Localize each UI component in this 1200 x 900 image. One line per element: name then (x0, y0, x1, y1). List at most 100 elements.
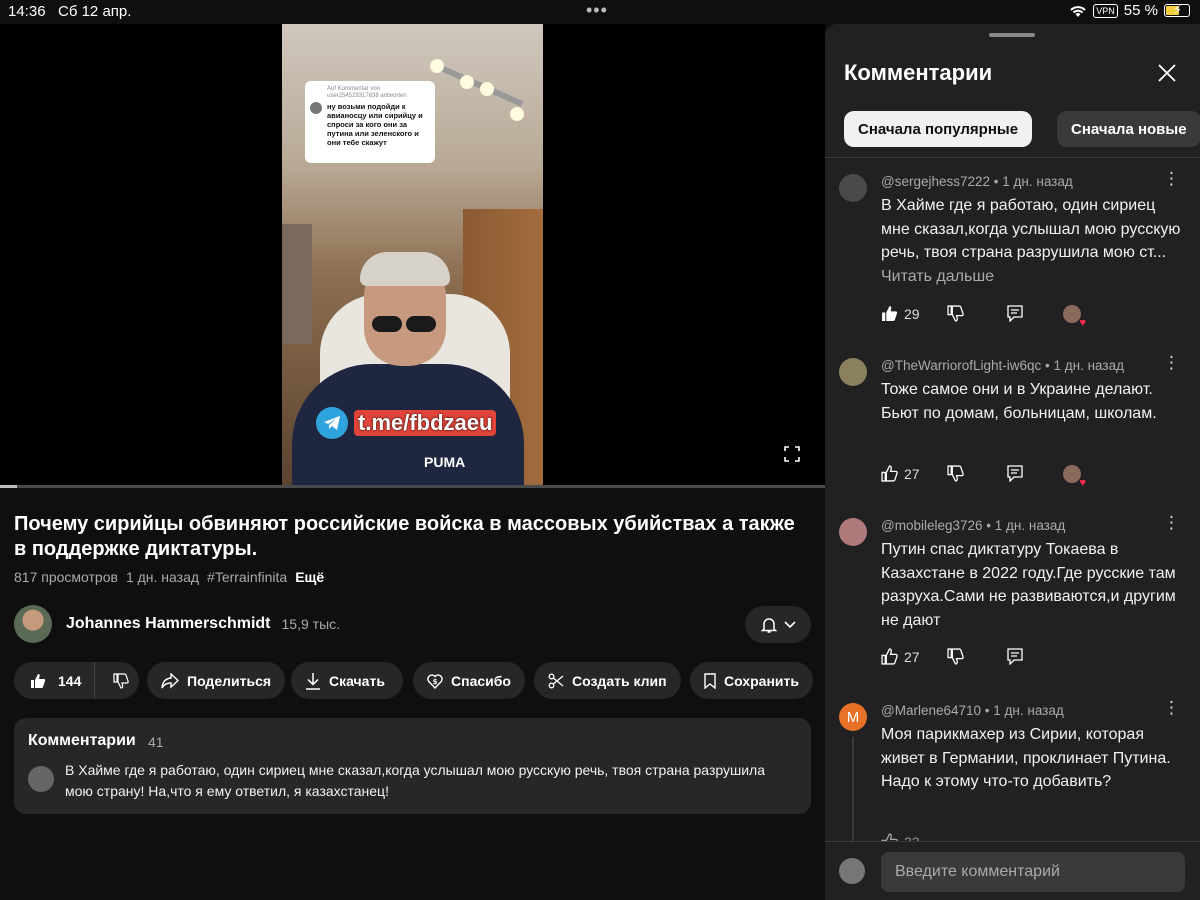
vpn-badge: VPN (1093, 3, 1118, 18)
channel-avatar[interactable] (14, 605, 52, 643)
divider (825, 157, 1200, 158)
more-options-icon[interactable]: ⋮ (1163, 354, 1180, 371)
sort-chip-newest[interactable]: Сначала новые (1057, 111, 1200, 147)
comment-reply-button[interactable] (1007, 465, 1023, 482)
person-hair (360, 252, 450, 286)
channel-name[interactable]: Johannes Hammerschmidt (66, 615, 271, 633)
comment-input[interactable] (881, 852, 1185, 892)
comment-age: 1 дн. назад (994, 518, 1066, 533)
comment-like-count: 27 (904, 648, 920, 665)
comment-dislike-button[interactable] (947, 305, 964, 322)
reply-icon (1007, 648, 1023, 665)
hoodie-logo: PUMA (424, 454, 466, 470)
comment-reply-button[interactable] (1007, 648, 1023, 665)
status-bar: 14:36 Сб 12 апр. ••• VPN 55 % ⚡ (0, 0, 1200, 24)
comment-dislike-button[interactable] (947, 465, 964, 482)
hashtag-link[interactable]: #Terrainfinita (207, 569, 287, 585)
notification-bell-button[interactable] (745, 606, 811, 643)
view-count: 817 просмотров (14, 569, 118, 585)
comment-author[interactable]: @mobileleg3726 (881, 518, 983, 533)
fullscreen-icon[interactable] (784, 446, 800, 462)
video-frame: PUMA Auf Kommentar von user254529317838 a… (282, 24, 543, 486)
scissors-icon (548, 673, 564, 688)
upload-age: 1 дн. назад (125, 569, 200, 585)
share-icon (161, 672, 179, 689)
multitasking-dots-icon[interactable]: ••• (586, 0, 608, 21)
ceiling-lamp-icon (430, 59, 524, 121)
comment-body: В Хайме где я работаю, один сириец мне с… (881, 197, 1181, 262)
creator-heart (1063, 305, 1086, 329)
create-clip-button[interactable]: Создать клип (534, 662, 681, 699)
comment-reply-button[interactable] (1007, 305, 1023, 322)
thumbs-up-icon (31, 673, 46, 688)
more-options-icon[interactable]: ⋮ (1163, 514, 1180, 531)
comment-header: @TheWarriorofLight-iw6qc • 1 дн. назад (881, 358, 1124, 373)
comments-panel: Комментарии Сначала популярные Сначала н… (825, 24, 1200, 900)
comment-like-button[interactable]: 29 (881, 305, 920, 322)
download-label: Скачать (329, 672, 385, 689)
thumbs-down-icon (947, 465, 964, 482)
comment-age: 1 дн. назад (993, 703, 1064, 718)
super-thanks-heart-icon: $ (427, 673, 443, 689)
battery-percent: 55 % (1123, 2, 1158, 19)
comment-dislike-button[interactable] (947, 648, 964, 665)
comment-author[interactable]: @Marlene64710 (881, 703, 981, 718)
sticker-header: Auf Kommentar von (327, 86, 381, 92)
battery-icon: ⚡ (1164, 2, 1190, 17)
comment-author[interactable]: @sergejhess7222 (881, 174, 990, 189)
description-more-button[interactable]: Ещё (295, 569, 324, 585)
comment-header: @Marlene64710 • 1 дн. назад (881, 703, 1064, 718)
telegram-link-text: t.me/fbdzaeu (354, 410, 497, 436)
sticker-header-user: user254529317838 antworten (327, 93, 407, 99)
comment-input-bar (825, 841, 1200, 900)
more-options-icon[interactable]: ⋮ (1163, 170, 1180, 187)
close-icon[interactable] (1155, 61, 1179, 85)
comment-like-button[interactable]: 27 (881, 465, 920, 482)
reply-comment-sticker: Auf Kommentar von user254529317838 antwor… (305, 81, 435, 163)
wall-pictures (282, 224, 312, 344)
dislike-button[interactable] (103, 672, 139, 689)
comment-author[interactable]: @TheWarriorofLight-iw6qc (881, 358, 1041, 373)
sort-chip-popular[interactable]: Сначала популярные (844, 111, 1033, 147)
creator-heart-icon (1063, 465, 1086, 489)
comment-header: @sergejhess7222 • 1 дн. назад (881, 174, 1073, 189)
sunglasses (372, 316, 442, 334)
svg-text:$: $ (433, 678, 438, 686)
video-progress-bar[interactable] (0, 485, 825, 488)
telegram-overlay: t.me/fbdzaeu (316, 407, 497, 439)
comment-preview-avatar (28, 766, 54, 792)
comment-avatar[interactable]: M (839, 703, 867, 731)
read-more-link[interactable]: Читать дальше (881, 268, 994, 285)
thumbs-down-icon (113, 672, 130, 689)
comment-avatar[interactable] (839, 174, 867, 202)
share-label: Поделиться (187, 672, 272, 689)
comment-avatar[interactable] (839, 518, 867, 546)
download-button[interactable]: Скачать (291, 662, 403, 699)
comments-preview-count: 41 (148, 734, 164, 750)
comment-text: В Хайме где я работаю, один сириец мне с… (881, 194, 1181, 289)
like-count: 144 (58, 672, 82, 689)
comments-preview-title: Комментарии (28, 732, 136, 749)
bell-icon (760, 617, 778, 633)
user-avatar (839, 858, 865, 884)
like-button[interactable]: 144 (14, 662, 96, 699)
comment-avatar[interactable] (839, 358, 867, 386)
more-options-icon[interactable]: ⋮ (1163, 699, 1180, 716)
comment-like-button[interactable]: 27 (881, 648, 920, 665)
status-time: 14:36 (8, 3, 46, 20)
comments-preview-card[interactable]: Комментарии 41 В Хайме где я работаю, од… (14, 718, 811, 814)
comments-panel-title: Комментарии (844, 60, 993, 85)
video-meta[interactable]: 817 просмотров 1 дн. назад #Terrainfinit… (14, 569, 324, 585)
reply-icon (1007, 465, 1023, 482)
thumbs-up-icon (881, 648, 898, 665)
telegram-icon (316, 407, 348, 439)
thanks-button[interactable]: $ Спасибо (413, 662, 525, 699)
save-button[interactable]: Сохранить (690, 662, 813, 699)
thumbs-down-icon (947, 305, 964, 322)
drag-handle[interactable] (989, 33, 1035, 37)
channel-row[interactable]: Johannes Hammerschmidt 15,9 тыс. (14, 604, 340, 644)
sticker-text: ну возьми подойди к авианосцу или сирийц… (327, 102, 423, 147)
video-player[interactable]: PUMA Auf Kommentar von user254529317838 a… (0, 24, 825, 486)
subscriber-count: 15,9 тыс. (281, 616, 341, 632)
share-button[interactable]: Поделиться (147, 662, 286, 699)
